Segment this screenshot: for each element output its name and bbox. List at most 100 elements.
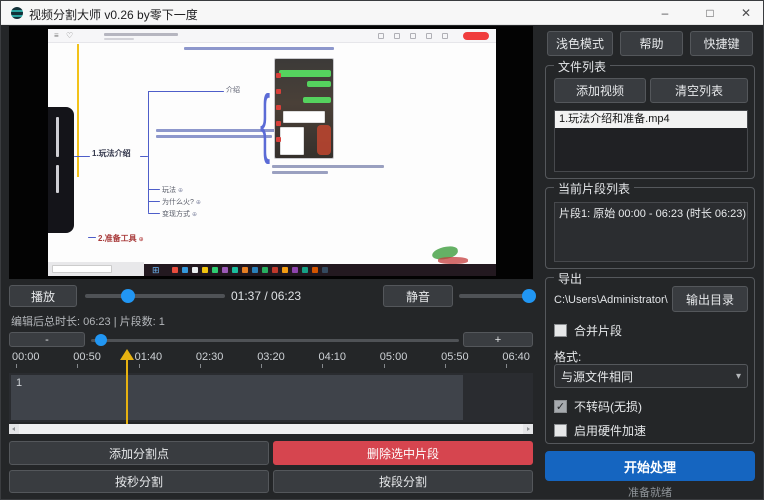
video-doc-subtitle-bar (104, 38, 134, 40)
export-group: 导出 C:\Users\Administrator\De 输出目录 合并片段 格… (545, 277, 755, 444)
format-value: 与源文件相同 (561, 368, 633, 385)
ruler-tick: 00:50 (73, 351, 101, 371)
expand-icon: ⊕ (178, 188, 183, 194)
help-button[interactable]: 帮助 (620, 31, 683, 56)
window-title: 视频分割大师 v0.26 by零下一度 (29, 6, 198, 23)
mute-button[interactable]: 静音 (383, 285, 453, 307)
segment-block[interactable]: 1 (11, 375, 463, 420)
phone-avatar (276, 73, 281, 78)
timeline-track[interactable]: 1 (9, 373, 533, 422)
chat-bubble (307, 81, 331, 87)
merge-segments-row[interactable]: 合并片段 (554, 322, 622, 339)
add-split-point-button[interactable]: 添加分割点 (9, 441, 269, 465)
output-directory-button[interactable]: 输出目录 (672, 286, 748, 312)
tree-line (74, 156, 90, 157)
merge-segments-checkbox[interactable] (554, 324, 567, 337)
ruler-tick: 02:30 (196, 351, 224, 371)
taskbar-app-icon (312, 267, 318, 273)
file-listbox[interactable]: 1.玩法介绍和准备.mp4 (554, 110, 748, 172)
close-icon[interactable]: ✕ (727, 1, 764, 25)
clear-list-button[interactable]: 清空列表 (650, 78, 748, 103)
split-by-segments-button[interactable]: 按段分割 (273, 470, 533, 493)
taskbar-app-icon (302, 267, 308, 273)
zoom-handle[interactable] (95, 334, 107, 346)
timeline-zoom-slider[interactable] (91, 332, 459, 347)
merge-segments-label: 合并片段 (574, 322, 622, 339)
hw-accel-label: 启用硬件加速 (574, 422, 646, 439)
volume-track[interactable] (459, 294, 531, 298)
add-video-button[interactable]: 添加视频 (554, 78, 646, 103)
annotation-text-bar (272, 165, 384, 168)
segment-list-title: 当前片段列表 (554, 180, 634, 197)
segment-listbox[interactable]: 片段1: 原始 00:00 - 06:23 (时长 06:23) (554, 202, 748, 262)
video-tool-icon (426, 33, 432, 39)
scroll-right-arrow-icon[interactable] (523, 424, 533, 434)
segment-list-item[interactable]: 片段1: 原始 00:00 - 06:23 (时长 06:23) (555, 203, 747, 223)
play-button[interactable]: 播放 (9, 285, 77, 307)
hamburger-icon: ≡ (54, 31, 59, 41)
taskbar-app-icon (212, 267, 218, 273)
phone-tooltip (283, 111, 325, 123)
format-dropdown[interactable]: 与源文件相同 ▾ (554, 364, 748, 388)
chevron-down-icon: ▾ (736, 371, 741, 382)
chat-bubble (279, 70, 331, 77)
zoom-in-button[interactable]: + (463, 332, 533, 347)
zoom-out-button[interactable]: - (9, 332, 85, 347)
taskbar-app-icon (292, 267, 298, 273)
title-bar: 视频分割大师 v0.26 by零下一度 – □ ✕ (1, 1, 764, 25)
file-list-item-selected[interactable]: 1.玩法介绍和准备.mp4 (555, 111, 747, 128)
phone-avatar (276, 121, 281, 126)
seek-slider[interactable] (85, 285, 225, 307)
format-label: 格式: (554, 348, 581, 365)
timeline-scrollbar[interactable] (9, 424, 533, 434)
phone-avatar (276, 137, 281, 142)
playhead-line[interactable] (126, 359, 128, 424)
zoom-track[interactable] (91, 339, 459, 342)
taskbar-app-icon (272, 267, 278, 273)
annotation-text-bar (184, 47, 334, 50)
mindmap-child-node: 为什么火?⊕ (162, 197, 201, 207)
video-tool-icon (442, 33, 448, 39)
light-mode-button[interactable]: 浅色模式 (547, 31, 613, 56)
tree-line (148, 201, 160, 202)
video-watermark (438, 257, 468, 264)
video-tool-icon (410, 33, 416, 39)
no-transcode-row[interactable]: ✓ 不转码(无损) (554, 398, 642, 415)
phone-avatar (276, 89, 281, 94)
scroll-left-arrow-icon[interactable] (9, 424, 19, 434)
taskbar-app-icon (182, 267, 188, 273)
volume-slider[interactable] (459, 285, 531, 307)
video-preview[interactable]: ≡ ♡ (9, 26, 533, 279)
export-title: 导出 (554, 270, 586, 287)
mindmap-node-2: 2.准备工具⊕ (98, 233, 144, 244)
ruler-tick: 06:40 (502, 351, 530, 371)
volume-handle[interactable] (522, 289, 536, 303)
split-by-seconds-button[interactable]: 按秒分割 (9, 470, 269, 493)
hotkeys-button[interactable]: 快捷键 (690, 31, 753, 56)
video-doc-title-bar (104, 33, 178, 36)
start-processing-button[interactable]: 开始处理 (545, 451, 755, 481)
hw-accel-checkbox[interactable] (554, 424, 567, 437)
video-tool-icon (378, 33, 384, 39)
tree-line (148, 91, 224, 92)
mindmap-child-node: 玩法⊕ (162, 185, 183, 195)
no-transcode-checkbox[interactable]: ✓ (554, 400, 567, 413)
seek-track[interactable] (85, 294, 225, 298)
mindmap-root-node: 1.玩法介绍 (92, 148, 131, 159)
minimize-icon[interactable]: – (646, 1, 684, 25)
ruler-tick: 03:20 (257, 351, 285, 371)
app-icon (11, 7, 23, 19)
ruler-tick: 00:00 (12, 351, 40, 371)
video-yellow-guide-line (77, 44, 79, 177)
playhead-arrow-icon[interactable] (120, 349, 134, 360)
file-list-group: 文件列表 添加视频 清空列表 1.玩法介绍和准备.mp4 (545, 65, 755, 179)
maximize-icon[interactable]: □ (691, 1, 729, 25)
heart-icon: ♡ (66, 31, 73, 41)
brace-glyph: { (260, 85, 270, 161)
seek-handle[interactable] (121, 289, 135, 303)
hw-accel-row[interactable]: 启用硬件加速 (554, 422, 646, 439)
video-tab-strip (48, 262, 144, 276)
phone-avatar (276, 105, 281, 110)
phone-menu (280, 127, 304, 155)
delete-selected-segment-button[interactable]: 删除选中片段 (273, 441, 533, 465)
